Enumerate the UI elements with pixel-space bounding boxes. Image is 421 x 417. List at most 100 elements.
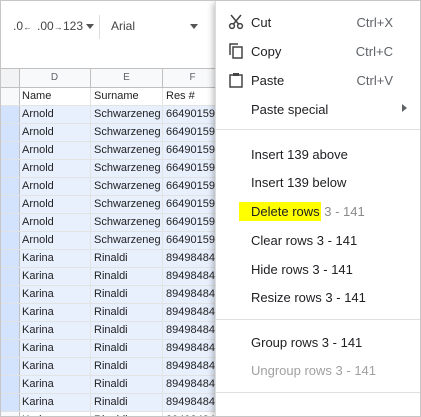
table-cell[interactable]: 66490159 — [163, 232, 223, 249]
menu-item-insert-below[interactable]: Insert 139 below — [216, 168, 420, 196]
table-cell[interactable]: Karina — [19, 250, 91, 267]
table-cell[interactable]: Rinaldi — [91, 376, 163, 393]
table-cell[interactable]: 89498484 — [163, 322, 223, 339]
decrease-decimal-label: .0 — [13, 19, 24, 33]
table-cell[interactable]: 66490159 — [163, 214, 223, 231]
row-header[interactable] — [1, 268, 20, 285]
table-cell[interactable]: Res # — [163, 88, 223, 105]
table-cell[interactable]: 89498484 — [163, 268, 223, 285]
table-cell[interactable]: 89498484 — [163, 358, 223, 375]
table-cell[interactable]: Schwarzeneg — [91, 160, 163, 177]
table-cell[interactable]: Rinaldi — [91, 268, 163, 285]
row-header[interactable] — [1, 196, 20, 213]
menu-item-clear-rows[interactable]: Clear rows 3 - 141 — [216, 226, 420, 254]
table-cell[interactable]: Schwarzeneg — [91, 142, 163, 159]
table-cell[interactable]: Karina — [19, 268, 91, 285]
table-cell[interactable]: Rinaldi — [91, 250, 163, 267]
table-cell[interactable]: Rinaldi — [91, 358, 163, 375]
menu-item-paste[interactable]: Paste Ctrl+V — [216, 66, 420, 94]
row-header[interactable] — [1, 304, 20, 321]
menu-item-paste-special[interactable]: Paste special — [216, 95, 420, 123]
menu-item-group-rows[interactable]: Group rows 3 - 141 — [216, 328, 420, 356]
row-header[interactable] — [1, 232, 20, 249]
table-cell[interactable]: Arnold — [19, 178, 91, 195]
more-formats-button[interactable]: 123 — [63, 19, 95, 33]
column-header-e[interactable]: E — [91, 69, 163, 87]
table-cell[interactable]: 89498484 — [163, 412, 223, 416]
menu-item-insert-above[interactable]: Insert 139 above — [216, 140, 420, 168]
row-header[interactable] — [1, 142, 20, 159]
table-cell[interactable]: Name — [19, 88, 91, 105]
menu-divider — [216, 129, 420, 130]
table-cell[interactable]: Arnold — [19, 160, 91, 177]
font-select[interactable]: Arial — [111, 19, 207, 33]
table-cell[interactable]: 89498484 — [163, 250, 223, 267]
table-cell[interactable]: 66490159 — [163, 106, 223, 123]
select-all-corner[interactable] — [1, 69, 20, 87]
table-cell[interactable]: Karina — [19, 340, 91, 357]
table-cell[interactable]: Karina — [19, 394, 91, 411]
table-cell[interactable]: Rinaldi — [91, 286, 163, 303]
menu-item-delete-rows[interactable]: Delete rows 3 - 141 — [216, 197, 420, 225]
table-cell[interactable]: Karina — [19, 376, 91, 393]
table-cell[interactable]: 89498484 — [163, 376, 223, 393]
table-cell[interactable]: 89498484 — [163, 304, 223, 321]
menu-item-hide-rows[interactable]: Hide rows 3 - 141 — [216, 255, 420, 283]
table-cell[interactable]: Karina — [19, 358, 91, 375]
table-cell[interactable]: Surname — [91, 88, 163, 105]
table-cell[interactable]: Karina — [19, 412, 91, 416]
menu-item-copy[interactable]: Copy Ctrl+C — [216, 37, 420, 65]
table-cell[interactable]: Rinaldi — [91, 394, 163, 411]
menu-item-label: Insert 139 above — [251, 147, 348, 162]
table-cell[interactable]: Rinaldi — [91, 412, 163, 416]
row-header[interactable] — [1, 178, 20, 195]
row-header[interactable] — [1, 124, 20, 141]
menu-item-shortcut: Ctrl+X — [356, 15, 393, 30]
table-cell[interactable]: Schwarzeneg — [91, 232, 163, 249]
table-cell[interactable]: Arnold — [19, 106, 91, 123]
column-header-f[interactable]: F — [163, 69, 223, 87]
table-cell[interactable]: 66490159 — [163, 178, 223, 195]
row-header[interactable] — [1, 394, 20, 411]
menu-item-resize-rows[interactable]: Resize rows 3 - 141 — [216, 283, 420, 311]
decrease-decimal-button[interactable]: .0← — [13, 19, 32, 33]
table-cell[interactable]: 66490159 — [163, 142, 223, 159]
table-cell[interactable]: 66490159 — [163, 160, 223, 177]
row-header[interactable] — [1, 322, 20, 339]
row-header[interactable] — [1, 214, 20, 231]
row-header[interactable] — [1, 358, 20, 375]
increase-decimal-button[interactable]: .00→ — [37, 19, 63, 33]
table-cell[interactable]: Karina — [19, 304, 91, 321]
table-cell[interactable]: 89498484 — [163, 340, 223, 357]
table-cell[interactable]: 89498484 — [163, 394, 223, 411]
row-header[interactable] — [1, 250, 20, 267]
table-cell[interactable]: Schwarzeneg — [91, 106, 163, 123]
row-header[interactable] — [1, 88, 20, 105]
table-cell[interactable]: Arnold — [19, 142, 91, 159]
row-header[interactable] — [1, 412, 20, 416]
table-cell[interactable]: 89498484 — [163, 286, 223, 303]
column-header-d[interactable]: D — [19, 69, 91, 87]
row-header[interactable] — [1, 160, 20, 177]
table-cell[interactable]: Karina — [19, 322, 91, 339]
table-cell[interactable]: Schwarzeneg — [91, 196, 163, 213]
table-cell[interactable]: Schwarzeneg — [91, 178, 163, 195]
table-cell[interactable]: Rinaldi — [91, 322, 163, 339]
row-header[interactable] — [1, 376, 20, 393]
table-cell[interactable]: Arnold — [19, 232, 91, 249]
row-header[interactable] — [1, 340, 20, 357]
table-cell[interactable]: Schwarzeneg — [91, 214, 163, 231]
table-cell[interactable]: Arnold — [19, 196, 91, 213]
row-header[interactable] — [1, 106, 20, 123]
table-cell[interactable]: 66490159 — [163, 124, 223, 141]
table-cell[interactable]: Arnold — [19, 124, 91, 141]
table-cell[interactable]: Karina — [19, 286, 91, 303]
table-cell[interactable]: Arnold — [19, 214, 91, 231]
menu-divider — [216, 319, 420, 320]
table-cell[interactable]: Rinaldi — [91, 340, 163, 357]
table-cell[interactable]: Schwarzeneg — [91, 124, 163, 141]
table-cell[interactable]: 66490159 — [163, 196, 223, 213]
row-header[interactable] — [1, 286, 20, 303]
table-cell[interactable]: Rinaldi — [91, 304, 163, 321]
menu-item-cut[interactable]: Cut Ctrl+X — [216, 8, 420, 36]
